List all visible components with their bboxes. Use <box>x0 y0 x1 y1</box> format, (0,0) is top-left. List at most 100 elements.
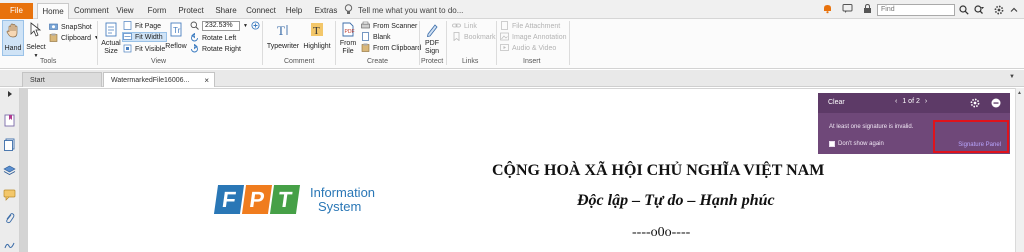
prev-notification-icon[interactable]: ‹ <box>895 98 897 105</box>
tab-start[interactable]: Start <box>22 72 102 87</box>
blank-page-icon <box>361 31 370 43</box>
layers-panel-icon[interactable] <box>3 164 16 177</box>
notification-gear-icon[interactable] <box>970 98 980 108</box>
fit-page-icon <box>123 20 132 32</box>
clear-button[interactable]: Clear <box>828 99 845 106</box>
tab-extras[interactable]: Extras <box>313 3 339 19</box>
attachments-panel-icon[interactable] <box>3 212 16 225</box>
create-group-label: Create <box>367 58 389 65</box>
ribbon-separator <box>419 21 420 65</box>
notification-message: At least one signature is invalid. <box>829 124 914 130</box>
signature-panel-link[interactable]: Signature Panel <box>958 142 1001 148</box>
from-file-icon: PDF <box>341 22 355 40</box>
link-button[interactable]: Link <box>452 21 477 31</box>
rotate-left-icon <box>190 32 199 44</box>
pen-sign-icon <box>425 22 439 40</box>
ribbon-separator <box>446 21 447 65</box>
ribbon-separator <box>496 21 497 65</box>
hand-tool-button[interactable]: Hand <box>2 20 24 56</box>
reflow-button[interactable]: Tr Reflow <box>165 20 187 56</box>
select-cursor-icon: I <box>29 22 43 41</box>
vertical-scrollbar[interactable]: ▲ <box>1015 88 1024 252</box>
link-label: Link <box>464 22 477 30</box>
ribbon-separator <box>569 21 570 65</box>
tab-view[interactable]: View <box>115 3 135 19</box>
signature-panel-icon[interactable] <box>3 238 16 251</box>
pages-panel-icon[interactable] <box>3 138 16 151</box>
search-options-icon[interactable] <box>973 4 985 16</box>
tell-me-search[interactable]: Tell me what you want to do... <box>344 4 463 17</box>
tell-me-text: Tell me what you want to do... <box>358 6 464 15</box>
from-scanner-button[interactable]: From Scanner <box>361 21 417 31</box>
zoom-input[interactable]: 232.53% <box>202 21 240 31</box>
pdf-sign-button[interactable]: PDF Sign <box>421 20 443 58</box>
scanner-icon <box>361 21 370 32</box>
highlight-icon: T <box>310 22 324 40</box>
tab-share[interactable]: Share <box>214 3 238 19</box>
from-clipboard-icon <box>361 43 370 54</box>
fit-width-button[interactable]: Fit Width <box>122 32 167 42</box>
select-tool-button[interactable]: I Select ▼ <box>26 20 46 59</box>
image-annotation-label: Image Annotation <box>512 33 567 41</box>
fit-width-icon <box>123 32 132 43</box>
minimize-notification-icon[interactable] <box>991 98 1001 108</box>
select-label: Select <box>26 44 46 51</box>
file-attachment-button[interactable]: File Attachment <box>500 20 560 31</box>
highlight-button[interactable]: T Highlight <box>303 20 331 56</box>
fit-page-button[interactable]: Fit Page <box>123 20 162 32</box>
comment-icon[interactable] <box>842 3 853 14</box>
bell-icon[interactable] <box>822 3 833 14</box>
tab-list-dropdown-icon[interactable]: ▼ <box>1009 74 1015 80</box>
tab-file[interactable]: File <box>0 3 33 19</box>
actual-size-icon <box>104 22 118 40</box>
fit-page-label: Fit Page <box>135 22 162 30</box>
tab-protect[interactable]: Protect <box>176 3 206 19</box>
tab-help[interactable]: Help <box>285 3 303 19</box>
find-input[interactable]: Find <box>877 4 955 16</box>
navigation-panel <box>0 88 20 252</box>
typewriter-icon: T <box>276 22 290 40</box>
expand-panel-icon[interactable] <box>6 90 19 103</box>
next-notification-icon[interactable]: › <box>925 98 927 105</box>
insert-group-label: Insert <box>523 58 541 65</box>
zoom-dropdown-icon[interactable]: ▼ <box>243 23 248 29</box>
tab-connect[interactable]: Connect <box>246 3 276 19</box>
comments-panel-icon[interactable] <box>3 188 16 201</box>
search-icon[interactable] <box>958 4 970 16</box>
lock-icon[interactable] <box>862 3 873 14</box>
typewriter-label: Typewriter <box>266 43 300 50</box>
zoom-in-icon[interactable] <box>251 20 260 32</box>
checkbox-box[interactable] <box>829 141 835 147</box>
from-clipboard-button[interactable]: From Clipboard <box>361 43 421 53</box>
fit-visible-button[interactable]: Fit Visible <box>123 44 165 54</box>
clipboard-button[interactable]: Clipboard ▼ <box>49 33 99 43</box>
svg-text:PDF: PDF <box>345 29 355 35</box>
snapshot-button[interactable]: SnapShot <box>49 22 92 32</box>
image-annotation-button[interactable]: Image Annotation <box>500 32 567 42</box>
dont-show-checkbox[interactable]: Don't show again <box>829 141 884 147</box>
tab-form[interactable]: Form <box>146 3 168 19</box>
document-subtitle: Độc lập – Tự do – Hạnh phúc <box>577 192 775 209</box>
rotate-left-button[interactable]: Rotate Left <box>190 32 236 44</box>
bookmarks-panel-icon[interactable] <box>3 114 16 127</box>
tab-comment[interactable]: Comment <box>74 3 109 19</box>
links-group-label: Links <box>462 58 479 65</box>
signature-panel-link-highlight[interactable]: Signature Panel <box>933 120 1009 153</box>
tab-document[interactable]: WatermarkedFile16006... × <box>103 72 215 87</box>
settings-gear-icon[interactable] <box>993 4 1005 16</box>
audio-video-button[interactable]: Audio & Video <box>500 43 556 53</box>
notification-pager: ‹ 1 of 2 › <box>895 98 927 105</box>
close-tab-icon[interactable]: × <box>204 73 209 88</box>
rotate-right-button[interactable]: Rotate Right <box>190 43 241 54</box>
scroll-up-icon[interactable]: ▲ <box>1017 90 1022 96</box>
tab-home[interactable]: Home <box>37 3 69 19</box>
bookmark-button[interactable]: Bookmark <box>452 31 496 42</box>
zoom-control[interactable]: 232.53% ▼ <box>190 20 260 32</box>
blank-button[interactable]: Blank <box>361 31 391 43</box>
fit-width-label: Fit Width <box>135 33 163 41</box>
typewriter-button[interactable]: T Typewriter <box>265 20 301 56</box>
from-file-button[interactable]: PDF From File <box>338 20 358 58</box>
actual-size-button[interactable]: Actual Size <box>100 20 122 58</box>
select-dropdown-icon: ▼ <box>33 53 39 59</box>
collapse-ribbon-icon[interactable] <box>1008 4 1020 16</box>
